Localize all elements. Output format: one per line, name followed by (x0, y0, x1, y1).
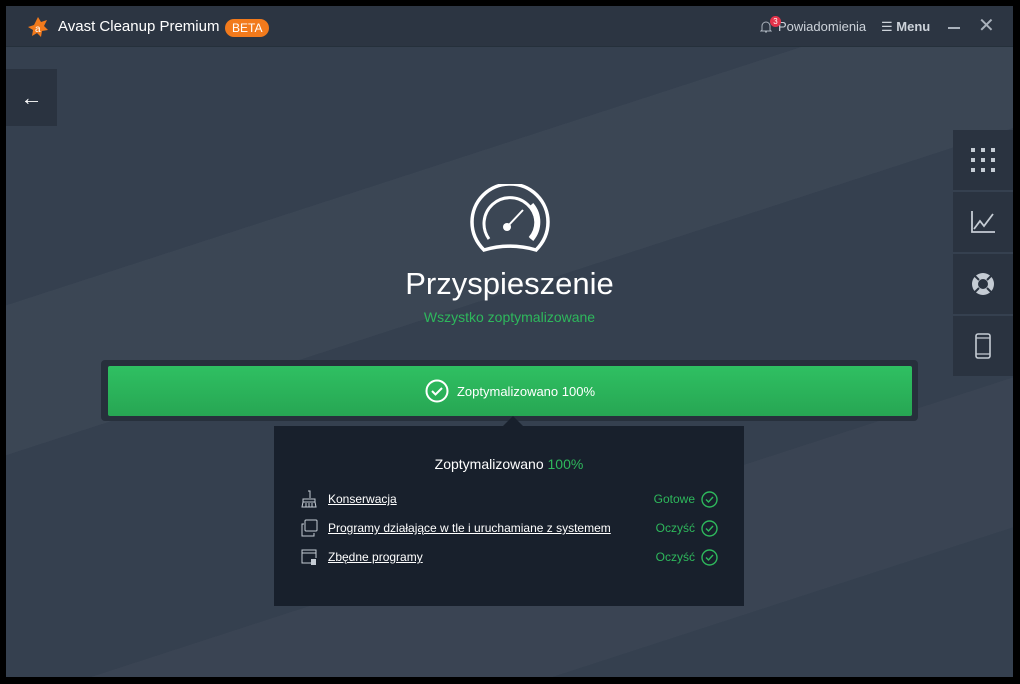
list-item: Konserwacja Gotowe (300, 489, 718, 509)
menu-button[interactable]: ☰ Menu (881, 19, 930, 35)
avast-logo-icon: a (28, 17, 48, 37)
status-label: Oczyść (655, 550, 695, 564)
broom-icon (301, 490, 317, 508)
apps-grid-button[interactable] (953, 130, 1013, 190)
back-button[interactable]: ← (6, 69, 57, 126)
bell-icon: 3 (759, 15, 781, 34)
check-circle-icon (701, 490, 718, 508)
menu-label: Menu (896, 19, 931, 34)
notification-count-badge: 3 (770, 15, 781, 27)
panel-title: Zoptymalizowano 100% (274, 456, 744, 472)
item-status: Gotowe (653, 490, 718, 508)
windows-stack-icon (301, 519, 318, 537)
list-item: Programy działające w tle i uruchamiane … (300, 518, 718, 538)
item-link[interactable]: Zbędne programy (328, 550, 423, 564)
arrow-left-icon: ← (20, 84, 43, 110)
title-bar: a Avast Cleanup Premium BETA 3 Powiadomi… (6, 6, 1013, 47)
notifications-label: Powiadomienia (778, 19, 867, 34)
app-window: a Avast Cleanup Premium BETA 3 Powiadomi… (6, 6, 1013, 677)
check-circle-icon (701, 519, 718, 537)
app-title: Avast Cleanup Premium (58, 18, 220, 35)
page-title: Przyspieszenie (405, 266, 614, 301)
list-item: Zbędne programy Oczyść (300, 547, 718, 567)
status-label: Gotowe (653, 492, 695, 506)
panel-pointer (503, 416, 523, 426)
status-label: Oczyść (655, 521, 695, 535)
check-circle-icon (425, 379, 449, 403)
statistics-button[interactable] (953, 192, 1013, 252)
progress-label: Zoptymalizowano 100% (456, 383, 596, 399)
grid-icon (971, 148, 995, 172)
item-status[interactable]: Oczyść (655, 519, 718, 537)
item-link[interactable]: Konserwacja (328, 492, 397, 506)
panel-title-value: 100% (547, 456, 584, 472)
progress-bar[interactable]: Zoptymalizowano 100% (108, 366, 912, 416)
beta-badge: BETA (225, 19, 270, 37)
minimize-button[interactable] (948, 27, 960, 29)
details-panel: Zoptymalizowano 100% Konserwacja Gotowe … (274, 426, 744, 606)
page-subtitle: Wszystko zoptymalizowane (423, 309, 596, 325)
panel-title-prefix: Zoptymalizowano (434, 456, 544, 472)
chart-icon (971, 211, 995, 233)
program-trash-icon (301, 549, 317, 565)
hamburger-icon: ☰ (881, 19, 897, 34)
smartphone-icon (975, 333, 991, 359)
item-link[interactable]: Programy działające w tle i uruchamiane … (328, 521, 611, 535)
notifications-button[interactable]: 3 Powiadomienia (759, 15, 867, 34)
mobile-button[interactable] (953, 316, 1013, 376)
progress-bar-container: Zoptymalizowano 100% (101, 360, 918, 421)
close-button[interactable]: ✕ (978, 16, 995, 36)
item-status[interactable]: Oczyść (655, 548, 718, 566)
speedometer-icon (470, 184, 550, 252)
svg-text:a: a (35, 24, 41, 35)
check-circle-icon (701, 548, 718, 566)
